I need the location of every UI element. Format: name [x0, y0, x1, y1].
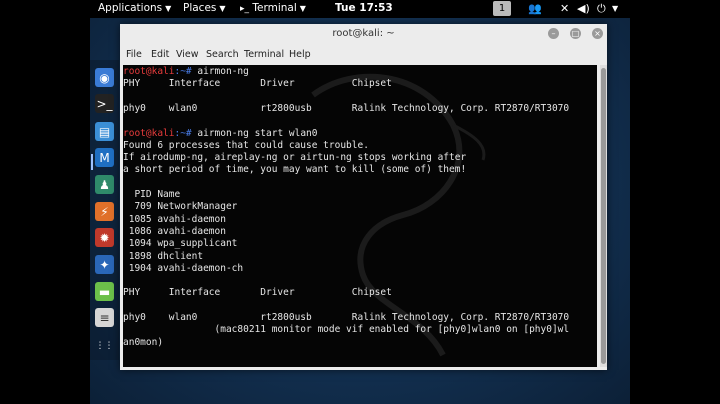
- line-text: Found 6 processes that could cause troub…: [123, 139, 369, 151]
- menu-edit[interactable]: Edit: [151, 49, 169, 60]
- output-line: Found 6 processes that could cause troub…: [123, 140, 369, 152]
- terminal-app-label: Terminal: [252, 2, 297, 14]
- places-menu[interactable]: Places ▼: [183, 2, 226, 14]
- line-text: 1898 dhclient: [123, 250, 204, 262]
- prompt-user: root@kali: [123, 66, 175, 77]
- menu-help[interactable]: Help: [289, 49, 311, 60]
- output-line: If airodump-ng, aireplay-ng or airtun-ng…: [123, 152, 466, 164]
- output-line: 1904 avahi-daemon-ch: [123, 263, 243, 275]
- volume-icon[interactable]: ◀): [577, 2, 590, 15]
- files-icon[interactable]: ▤: [95, 122, 114, 141]
- command-line: root@kali:~# airmon-ng: [123, 66, 249, 78]
- close-button[interactable]: ×: [592, 28, 603, 39]
- output-line: 709 NetworkManager: [123, 201, 237, 213]
- prompt-path: :~#: [174, 66, 192, 77]
- terminal-icon[interactable]: >_: [95, 94, 114, 113]
- window-title: root@kali: ~: [332, 28, 395, 39]
- output-line: a short period of time, you may want to …: [123, 164, 466, 176]
- wireless-off-icon[interactable]: ✕: [560, 2, 569, 15]
- line-text: If airodump-ng, aireplay-ng or airtun-ng…: [123, 152, 467, 164]
- line-text: phy0 wlan0 rt2800usb Ralink Technology, …: [123, 102, 570, 114]
- output-line: phy0 wlan0 rt2800usb Ralink Technology, …: [123, 312, 569, 324]
- menu-bar: File Edit View Search Terminal Help: [120, 46, 607, 64]
- line-text: 1085 avahi-daemon: [123, 213, 226, 225]
- desktop: Applications ▼ Places ▼ ▸_ Terminal ▼ Tue 1…: [90, 0, 630, 404]
- output-line: PHY Interface Driver Chipset: [123, 78, 392, 90]
- applications-menu[interactable]: Applications ▼: [98, 2, 171, 14]
- minimize-button[interactable]: –: [548, 28, 559, 39]
- terminal-window: root@kali: ~ – □ × File Edit View Search…: [120, 24, 607, 370]
- line-text: 1904 avahi-daemon-ch: [123, 262, 244, 274]
- output-line: PHY Interface Driver Chipset: [123, 287, 392, 299]
- power-icon[interactable]: ⏻: [597, 2, 606, 16]
- line-text: 1094 wpa_supplicant: [123, 238, 238, 250]
- output-line: phy0 wlan0 rt2800usb Ralink Technology, …: [123, 103, 569, 115]
- window-titlebar[interactable]: root@kali: ~: [120, 24, 607, 44]
- line-text: PHY Interface Driver Chipset: [123, 78, 392, 90]
- menu-terminal[interactable]: Terminal: [244, 49, 284, 60]
- line-text: airmon-ng: [191, 66, 249, 77]
- active-app-indicator: [91, 154, 93, 170]
- output-line: (mac80211 monitor mode vif enabled for […: [123, 324, 570, 336]
- armitage-icon[interactable]: ♟: [95, 175, 114, 194]
- chevron-down-icon: ▼: [219, 4, 226, 13]
- command-line: root@kali:~# airmon-ng start wlan0: [123, 128, 318, 140]
- browser-icon[interactable]: ◉: [95, 68, 114, 87]
- applications-label: Applications: [98, 2, 163, 14]
- metasploit-icon[interactable]: M: [95, 148, 114, 167]
- terminal-icon: ▸_: [240, 4, 250, 14]
- line-text: 709 NetworkManager: [123, 201, 238, 213]
- menu-view[interactable]: View: [176, 49, 199, 60]
- menu-file[interactable]: File: [126, 49, 142, 60]
- clock[interactable]: Tue 17:53: [335, 2, 393, 14]
- output-line: an0mon): [123, 337, 163, 349]
- output-line: 1086 avahi-daemon: [123, 226, 226, 238]
- people-icon[interactable]: 👥: [528, 2, 542, 15]
- tools-icon[interactable]: ✦: [95, 255, 114, 274]
- line-text: PID Name: [123, 189, 181, 200]
- line-text: 1086 avahi-daemon: [123, 225, 226, 237]
- line-text: (mac80211 monitor mode vif enabled for […: [123, 324, 570, 336]
- places-label: Places: [183, 2, 217, 14]
- show-apps-icon[interactable]: ⋮⋮: [95, 336, 114, 355]
- line-text: a short period of time, you may want to …: [123, 164, 467, 176]
- workspace-indicator[interactable]: 1: [493, 1, 511, 16]
- line-text: phy0 wlan0 rt2800usb Ralink Technology, …: [123, 312, 570, 323]
- line-text: an0mon): [123, 336, 164, 348]
- menu-search[interactable]: Search: [206, 49, 239, 60]
- line-text: PHY Interface Driver Chipset: [123, 287, 392, 299]
- burpsuite-icon[interactable]: ⚡: [95, 202, 114, 221]
- chevron-down-icon[interactable]: ▼: [612, 4, 618, 13]
- output-line: 1094 wpa_supplicant: [123, 238, 238, 250]
- chevron-down-icon: ▼: [165, 4, 172, 13]
- scrollbar-thumb[interactable]: [601, 68, 606, 364]
- output-line: PID Name: [123, 189, 180, 201]
- terminal-app-menu[interactable]: ▸_ Terminal ▼: [240, 2, 306, 14]
- chevron-down-icon: ▼: [299, 4, 306, 13]
- maximize-button[interactable]: □: [570, 28, 581, 39]
- output-line: 1898 dhclient: [123, 251, 203, 263]
- line-text: airmon-ng start wlan0: [191, 127, 318, 139]
- output-line: 1085 avahi-daemon: [123, 214, 226, 226]
- prompt-user: root@kali: [123, 127, 175, 139]
- top-panel: Applications ▼ Places ▼ ▸_ Terminal ▼ Tue 1…: [90, 0, 630, 18]
- prompt-path: :~#: [174, 127, 192, 139]
- terminal-output[interactable]: root@kali:~# airmon-ng PHY Interface Driv…: [123, 65, 597, 367]
- notes-icon[interactable]: ≡: [95, 308, 114, 327]
- maltego-icon[interactable]: ✹: [95, 228, 114, 247]
- leafpad-icon[interactable]: ▬: [95, 282, 114, 301]
- dock: ◉ >_ ▤ M ♟ ⚡ ✹ ✦ ▬ ≡ ⋮⋮: [90, 60, 119, 360]
